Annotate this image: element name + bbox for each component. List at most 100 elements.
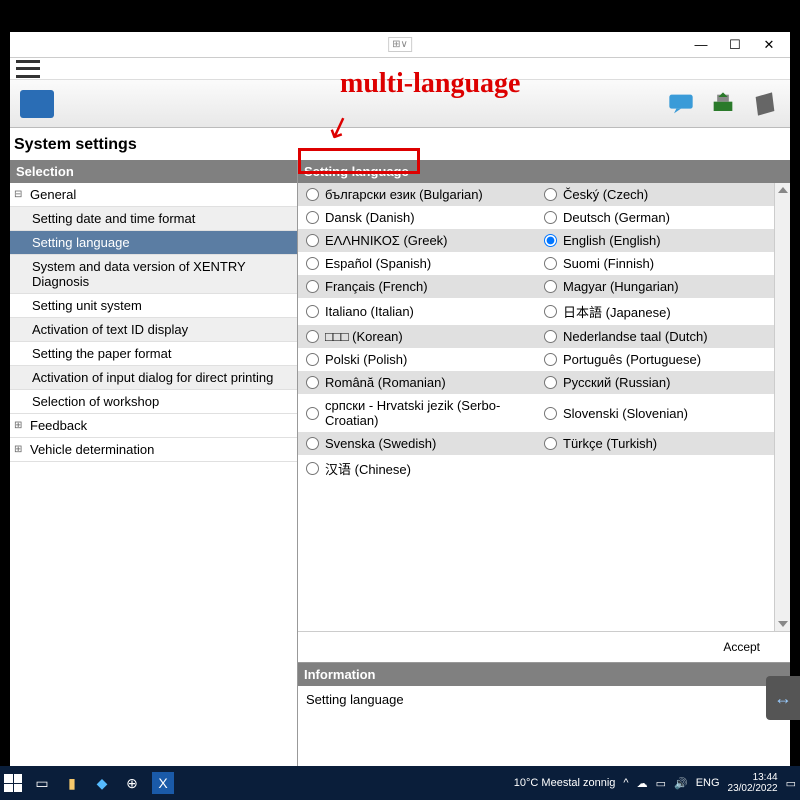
language-radio[interactable] — [544, 437, 557, 450]
tray-language[interactable]: ENG — [696, 777, 720, 789]
language-option[interactable]: Český (Czech) — [536, 183, 774, 206]
language-option[interactable]: Türkçe (Turkish) — [536, 432, 774, 455]
language-option[interactable]: Română (Romanian) — [298, 371, 536, 394]
language-option[interactable]: □□□ (Korean) — [298, 325, 536, 348]
clock[interactable]: 13:44 23/02/2022 — [728, 772, 778, 794]
minimize-button[interactable]: — — [684, 33, 718, 57]
tree-item[interactable]: Activation of text ID display — [10, 318, 297, 342]
language-option[interactable]: Suomi (Finnish) — [536, 252, 774, 275]
info-panel: Information Setting language — [298, 662, 790, 766]
tree-item[interactable]: Setting date and time format — [10, 207, 297, 231]
tree-group[interactable]: ⊟General — [10, 183, 297, 207]
language-radio[interactable] — [544, 234, 557, 247]
language-radio[interactable] — [306, 376, 319, 389]
language-option[interactable]: Svenska (Swedish) — [298, 432, 536, 455]
content-area: Selection ⊟GeneralSetting date and time … — [10, 160, 790, 766]
language-radio[interactable] — [544, 330, 557, 343]
language-option[interactable]: Magyar (Hungarian) — [536, 275, 774, 298]
language-radio[interactable] — [306, 462, 319, 475]
language-option[interactable]: Français (French) — [298, 275, 536, 298]
language-radio[interactable] — [306, 257, 319, 270]
language-option[interactable]: Deutsch (German) — [536, 206, 774, 229]
book-icon[interactable] — [750, 90, 780, 118]
print-icon[interactable] — [708, 90, 738, 118]
page-title: System settings — [10, 128, 790, 160]
clock-time: 13:44 — [753, 772, 778, 783]
language-radio[interactable] — [544, 280, 557, 293]
tree-group[interactable]: ⊞Feedback — [10, 414, 297, 438]
language-radio[interactable] — [306, 234, 319, 247]
notification-icon[interactable]: ▭ — [786, 777, 796, 790]
chat-icon[interactable] — [666, 90, 696, 118]
language-option[interactable]: Русский (Russian) — [536, 371, 774, 394]
language-radio[interactable] — [306, 330, 319, 343]
language-option[interactable]: Polski (Polish) — [298, 348, 536, 371]
tree-item[interactable]: Setting the paper format — [10, 342, 297, 366]
language-option[interactable]: български език (Bulgarian) — [298, 183, 536, 206]
teamviewer-icon[interactable]: ◆ — [92, 773, 112, 793]
close-button[interactable]: ✕ — [752, 33, 786, 57]
language-option[interactable]: 日本語 (Japanese) — [536, 298, 774, 325]
language-option[interactable]: Slovenski (Slovenian) — [536, 394, 774, 432]
tray-cloud-icon[interactable]: ☁ — [637, 777, 648, 790]
info-header: Information — [298, 663, 790, 686]
app-window: ⊞∨ — ☐ ✕ System settings Selection ⊟Gene… — [10, 32, 790, 766]
sidebar-header: Selection — [10, 160, 297, 183]
menubar — [10, 58, 790, 80]
language-option — [536, 455, 774, 482]
explorer-icon[interactable]: ▮ — [62, 773, 82, 793]
sidebar: Selection ⊟GeneralSetting date and time … — [10, 160, 298, 766]
accept-button[interactable]: Accept — [713, 638, 770, 656]
language-option[interactable]: српски - Hrvatski jezik (Serbo-Croatian) — [298, 394, 536, 432]
language-radio[interactable] — [306, 437, 319, 450]
main-panel: Setting language български език (Bulgari… — [298, 160, 790, 766]
language-option[interactable]: Nederlandse taal (Dutch) — [536, 325, 774, 348]
language-radio[interactable] — [544, 353, 557, 366]
toolbar — [10, 80, 790, 128]
tree-item[interactable]: Setting language — [10, 231, 297, 255]
language-option[interactable]: Italiano (Italian) — [298, 298, 536, 325]
language-option[interactable]: Português (Portuguese) — [536, 348, 774, 371]
tray-volume-icon[interactable]: 🔊 — [674, 777, 688, 790]
info-body: Setting language — [298, 686, 790, 766]
language-radio[interactable] — [306, 188, 319, 201]
language-radio[interactable] — [306, 353, 319, 366]
settings-tree: ⊟GeneralSetting date and time formatSett… — [10, 183, 297, 462]
tree-group[interactable]: ⊞Vehicle determination — [10, 438, 297, 462]
language-radio[interactable] — [544, 211, 557, 224]
language-radio[interactable] — [306, 305, 319, 318]
language-radio[interactable] — [544, 188, 557, 201]
language-radio[interactable] — [544, 407, 557, 420]
language-option[interactable]: 汉语 (Chinese) — [298, 455, 536, 482]
app-icon[interactable]: X — [152, 772, 174, 794]
taskbar: ▭ ▮ ◆ ⊕ X 10°C Meestal zonnig ^ ☁ ▭ 🔊 EN… — [0, 766, 800, 800]
language-radio[interactable] — [544, 376, 557, 389]
language-radio[interactable] — [306, 280, 319, 293]
tray-display-icon[interactable]: ▭ — [656, 777, 666, 790]
start-button[interactable] — [4, 774, 22, 792]
maximize-button[interactable]: ☐ — [718, 33, 752, 57]
hamburger-menu[interactable] — [16, 60, 40, 78]
language-option[interactable]: Dansk (Danish) — [298, 206, 536, 229]
tree-item[interactable]: Setting unit system — [10, 294, 297, 318]
language-list: български език (Bulgarian)Český (Czech)D… — [298, 183, 774, 631]
language-radio[interactable] — [306, 211, 319, 224]
tree-item[interactable]: Selection of workshop — [10, 390, 297, 414]
clock-date: 23/02/2022 — [728, 783, 778, 794]
tree-item[interactable]: Activation of input dialog for direct pr… — [10, 366, 297, 390]
language-radio[interactable] — [544, 257, 557, 270]
language-radio[interactable] — [306, 407, 319, 420]
security-icon[interactable]: ⊕ — [122, 773, 142, 793]
titlebar: ⊞∨ — ☐ ✕ — [10, 32, 790, 58]
tree-item[interactable]: System and data version of XENTRY Diagno… — [10, 255, 297, 294]
teamviewer-badge[interactable]: ↔ — [766, 676, 800, 720]
language-option[interactable]: Español (Spanish) — [298, 252, 536, 275]
scrollbar[interactable] — [774, 183, 790, 631]
vehicle-icon[interactable] — [20, 90, 54, 118]
task-view-icon[interactable]: ▭ — [32, 773, 52, 793]
weather-widget[interactable]: 10°C Meestal zonnig — [514, 777, 616, 789]
language-option[interactable]: English (English) — [536, 229, 774, 252]
language-radio[interactable] — [544, 305, 557, 318]
language-option[interactable]: ΕΛΛΗΝΙΚΟΣ (Greek) — [298, 229, 536, 252]
tray-chevron-icon[interactable]: ^ — [623, 777, 628, 789]
